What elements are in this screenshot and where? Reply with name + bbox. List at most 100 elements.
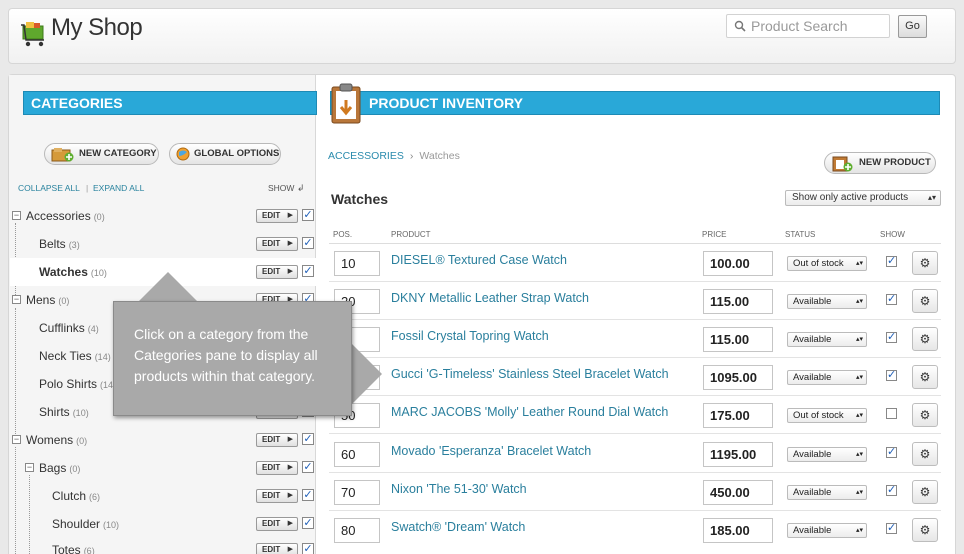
search-box[interactable] xyxy=(726,14,890,38)
status-value: Out of stock xyxy=(793,410,844,421)
price-input[interactable]: 185.00 xyxy=(703,518,773,543)
show-checkbox[interactable]: ✓ xyxy=(302,461,314,473)
breadcrumb-separator: › xyxy=(409,150,414,162)
product-link[interactable]: DIESEL® Textured Case Watch xyxy=(391,253,567,267)
show-checkbox[interactable]: ✓ xyxy=(886,370,897,381)
column-header-product: Product xyxy=(391,230,431,239)
category-row-totes[interactable]: Totes(6) EDIT ✓ xyxy=(10,536,316,554)
collapse-all-link[interactable]: Collapse All xyxy=(18,183,80,193)
category-name: Totes xyxy=(52,543,81,554)
status-select[interactable]: Available ▴▾ xyxy=(787,294,867,309)
collapse-toggle-icon[interactable]: − xyxy=(12,295,21,304)
category-row-belts[interactable]: Belts(3) EDIT ✓ xyxy=(10,230,316,258)
product-link[interactable]: Nixon 'The 51-30' Watch xyxy=(391,482,527,496)
edit-button[interactable]: EDIT xyxy=(256,517,298,531)
show-checkbox[interactable]: ✓ xyxy=(302,265,314,277)
gear-icon[interactable]: ⚙ xyxy=(912,403,938,427)
search-icon xyxy=(734,20,746,32)
edit-button[interactable]: EDIT xyxy=(256,237,298,251)
gear-icon[interactable]: ⚙ xyxy=(912,251,938,275)
gear-icon[interactable]: ⚙ xyxy=(912,289,938,313)
price-input[interactable]: 1195.00 xyxy=(703,442,773,467)
price-input[interactable]: 175.00 xyxy=(703,403,773,428)
new-product-button[interactable]: New Product xyxy=(824,152,936,174)
show-column-label: Show ↲ xyxy=(268,183,304,194)
status-select[interactable]: Available ▴▾ xyxy=(787,370,867,385)
category-row-shoulder[interactable]: Shoulder(10) EDIT ✓ xyxy=(10,510,316,538)
breadcrumb-parent-link[interactable]: Accessories xyxy=(328,150,404,162)
status-select[interactable]: Available ▴▾ xyxy=(787,523,867,538)
product-link[interactable]: DKNY Metallic Leather Strap Watch xyxy=(391,291,589,305)
product-link[interactable]: MARC JACOBS 'Molly' Leather Round Dial W… xyxy=(391,405,668,419)
edit-button[interactable]: EDIT xyxy=(256,265,298,279)
position-input[interactable]: 10 xyxy=(334,251,380,276)
select-arrows-icon: ▴▾ xyxy=(855,451,863,458)
category-row-womens[interactable]: − Womens(0) EDIT ✓ xyxy=(10,426,316,454)
search-input[interactable] xyxy=(751,17,887,35)
show-checkbox[interactable]: ✓ xyxy=(886,523,897,534)
show-checkbox[interactable]: ✓ xyxy=(886,294,897,305)
price-input[interactable]: 1095.00 xyxy=(703,365,773,390)
global-options-button[interactable]: Global Options xyxy=(169,143,281,165)
callout-text: Click on a category from the Categories … xyxy=(134,326,318,384)
category-row-clutch[interactable]: Clutch(6) EDIT ✓ xyxy=(10,482,316,510)
show-checkbox[interactable]: ✓ xyxy=(886,447,897,458)
show-checkbox[interactable]: ✓ xyxy=(302,433,314,445)
show-checkbox[interactable] xyxy=(886,408,897,419)
product-link[interactable]: Movado 'Esperanza' Bracelet Watch xyxy=(391,444,591,458)
gear-icon[interactable]: ⚙ xyxy=(912,480,938,504)
category-count: (14) xyxy=(94,352,111,362)
category-name: Clutch xyxy=(52,489,87,503)
edit-button[interactable]: EDIT xyxy=(256,461,298,475)
show-checkbox[interactable]: ✓ xyxy=(886,332,897,343)
show-checkbox[interactable]: ✓ xyxy=(886,485,897,496)
product-link[interactable]: Gucci 'G-Timeless' Stainless Steel Brace… xyxy=(391,367,669,381)
status-select[interactable]: Available ▴▾ xyxy=(787,332,867,347)
edit-button[interactable]: EDIT xyxy=(256,489,298,503)
status-select[interactable]: Out of stock ▴▾ xyxy=(787,256,867,271)
price-input[interactable]: 115.00 xyxy=(703,327,773,352)
price-input[interactable]: 115.00 xyxy=(703,289,773,314)
product-link[interactable]: Swatch® 'Dream' Watch xyxy=(391,520,525,534)
status-select[interactable]: Available ▴▾ xyxy=(787,447,867,462)
product-link[interactable]: Fossil Crystal Topring Watch xyxy=(391,329,549,343)
edit-button[interactable]: EDIT xyxy=(256,209,298,223)
product-row: 60 Movado 'Esperanza' Bracelet Watch 119… xyxy=(329,435,941,473)
price-input[interactable]: 450.00 xyxy=(703,480,773,505)
show-checkbox[interactable]: ✓ xyxy=(302,543,314,554)
edit-button[interactable]: EDIT xyxy=(256,433,298,447)
gear-icon[interactable]: ⚙ xyxy=(912,518,938,542)
active-products-filter[interactable]: Show only active products ▴▾ xyxy=(785,190,941,206)
price-input[interactable]: 100.00 xyxy=(703,251,773,276)
category-label: Polo Shirts (14) xyxy=(39,377,116,391)
edit-button[interactable]: EDIT xyxy=(256,543,298,554)
position-input[interactable]: 60 xyxy=(334,442,380,467)
gear-icon[interactable]: ⚙ xyxy=(912,442,938,466)
go-button[interactable]: Go xyxy=(898,15,927,38)
status-value: Available xyxy=(793,372,832,383)
category-row-accessories[interactable]: − Accessories(0) EDIT ✓ xyxy=(10,202,316,230)
show-checkbox[interactable]: ✓ xyxy=(302,209,314,221)
category-count: (3) xyxy=(68,240,80,250)
status-select[interactable]: Available ▴▾ xyxy=(787,485,867,500)
position-input[interactable]: 80 xyxy=(334,518,380,543)
collapse-toggle-icon[interactable]: − xyxy=(12,211,21,220)
show-checkbox[interactable]: ✓ xyxy=(886,256,897,267)
position-input[interactable]: 70 xyxy=(334,480,380,505)
collapse-toggle-icon[interactable]: − xyxy=(12,435,21,444)
gear-icon[interactable]: ⚙ xyxy=(912,365,938,389)
status-select[interactable]: Out of stock ▴▾ xyxy=(787,408,867,423)
collapse-toggle-icon[interactable]: − xyxy=(25,463,34,472)
category-count: (0) xyxy=(76,436,88,446)
show-checkbox[interactable]: ✓ xyxy=(302,489,314,501)
show-checkbox[interactable]: ✓ xyxy=(302,237,314,249)
column-header-pos: Pos. xyxy=(333,230,353,239)
category-name: Neck Ties xyxy=(39,349,92,363)
global-options-label: Global Options xyxy=(194,148,280,159)
expand-all-link[interactable]: Expand All xyxy=(93,183,144,193)
show-checkbox[interactable]: ✓ xyxy=(302,517,314,529)
product-row: 20 DKNY Metallic Leather Strap Watch 115… xyxy=(329,282,941,320)
gear-icon[interactable]: ⚙ xyxy=(912,327,938,351)
new-category-button[interactable]: New Category xyxy=(44,143,159,165)
category-row-bags[interactable]: − Bags(0) EDIT ✓ xyxy=(10,454,316,482)
